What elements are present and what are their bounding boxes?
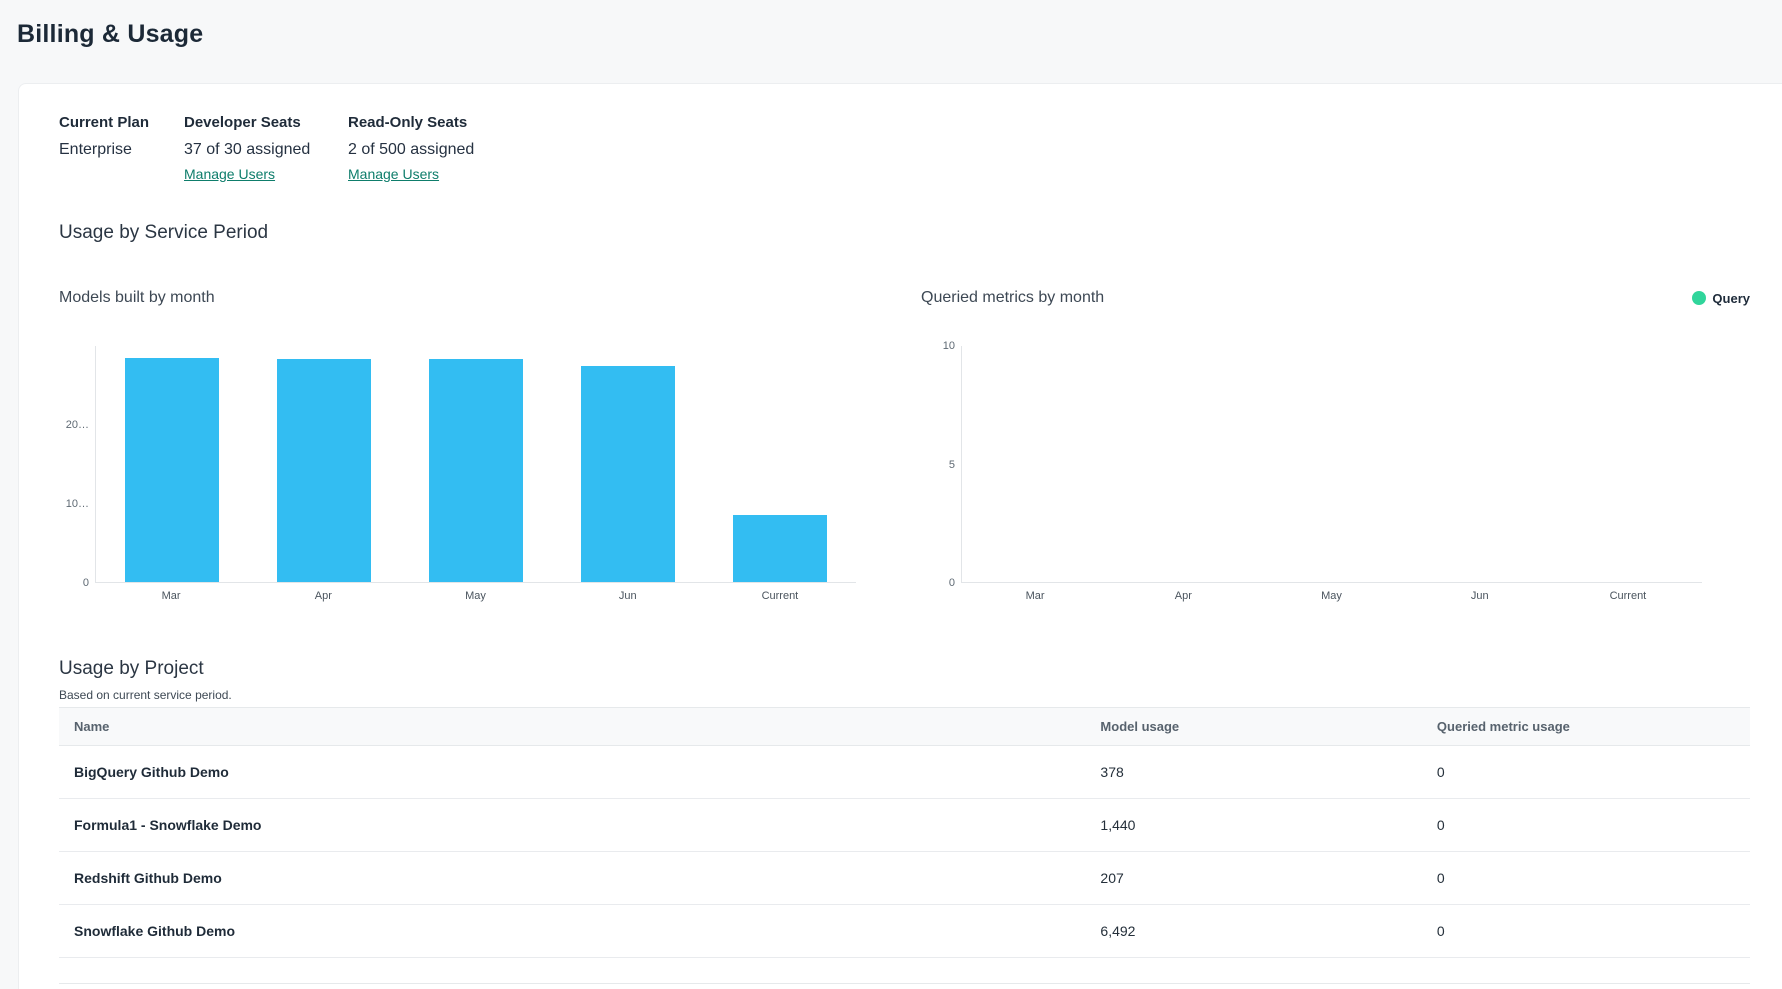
x-axis: MarAprMayJunCurrent bbox=[921, 590, 1702, 602]
y-axis: 0510 bbox=[921, 346, 961, 583]
models-built-chart-title: Models built by month bbox=[59, 289, 215, 307]
table-row: Redshift Github Demo 207 0 bbox=[59, 852, 1750, 905]
table-subheading: Based on current service period. bbox=[59, 688, 1750, 702]
bar-may bbox=[429, 359, 523, 582]
table-row: Formula1 - Snowflake Demo 1,440 0 bbox=[59, 799, 1750, 852]
x-tick-label: Apr bbox=[247, 590, 399, 602]
charts-row: Models built by month 010…20… MarAprMayJ… bbox=[59, 288, 1750, 602]
models-built-chart-header: Models built by month bbox=[59, 288, 856, 308]
bar-slot bbox=[962, 346, 1110, 582]
y-axis: 010…20… bbox=[59, 346, 95, 583]
bar-slot bbox=[248, 346, 400, 582]
table-row: Snowflake Github Demo 6,492 0 bbox=[59, 905, 1750, 958]
x-tick-label: Current bbox=[1554, 590, 1702, 602]
model-usage-cell: 207 bbox=[1085, 870, 1422, 886]
y-tick-label: 10 bbox=[943, 340, 955, 352]
x-axis: MarAprMayJunCurrent bbox=[59, 590, 856, 602]
queried-metrics-chart-header: Queried metrics by month Query bbox=[921, 288, 1750, 308]
x-tick-label: Jun bbox=[1406, 590, 1554, 602]
bar-slot bbox=[1406, 346, 1554, 582]
column-header-queried-metric-usage: Queried metric usage bbox=[1422, 719, 1750, 734]
project-name-cell: Snowflake Github Demo bbox=[59, 923, 1085, 939]
bar-slot bbox=[552, 346, 704, 582]
usage-by-project-heading: Usage by Project bbox=[59, 658, 1750, 680]
readonly-seats-column: Read-Only Seats 2 of 500 assigned Manage… bbox=[348, 114, 474, 184]
chart-legend: Query bbox=[1692, 291, 1750, 306]
top-bar: Billing & Usage bbox=[0, 0, 1782, 83]
bar-slot bbox=[96, 346, 248, 582]
y-tick-label: 20… bbox=[66, 419, 89, 431]
x-tick-label: May bbox=[399, 590, 551, 602]
bar-slot bbox=[400, 346, 552, 582]
page-title: Billing & Usage bbox=[17, 20, 1782, 49]
x-tick-label: Apr bbox=[1109, 590, 1257, 602]
y-tick-label: 5 bbox=[949, 459, 955, 471]
project-name-cell: BigQuery Github Demo bbox=[59, 764, 1085, 780]
billing-card: Current Plan Enterprise Developer Seats … bbox=[18, 83, 1782, 989]
model-usage-cell: 378 bbox=[1085, 764, 1422, 780]
table-row: BigQuery Github Demo 378 0 bbox=[59, 746, 1750, 799]
models-built-chart-body: 010…20… bbox=[59, 346, 856, 583]
bar-slot bbox=[1258, 346, 1406, 582]
x-tick-label: May bbox=[1257, 590, 1405, 602]
queried-metrics-chart-body: 0510 bbox=[921, 346, 1750, 583]
queried-metric-usage-cell: 0 bbox=[1422, 870, 1750, 886]
developer-seats-label: Developer Seats bbox=[184, 114, 348, 131]
legend-label: Query bbox=[1712, 291, 1750, 306]
readonly-manage-users-link[interactable]: Manage Users bbox=[348, 166, 439, 182]
bar-current bbox=[733, 515, 827, 582]
x-axis-spacer bbox=[921, 590, 961, 602]
queried-metric-usage-cell: 0 bbox=[1422, 764, 1750, 780]
x-tick-label: Mar bbox=[961, 590, 1109, 602]
x-axis-spacer bbox=[59, 590, 95, 602]
table-body: BigQuery Github Demo 378 0 Formula1 - Sn… bbox=[59, 746, 1750, 958]
project-name-cell: Redshift Github Demo bbox=[59, 870, 1085, 886]
table-header-row: Name Model usage Queried metric usage bbox=[59, 708, 1750, 746]
plot-area bbox=[95, 346, 856, 583]
current-plan-label: Current Plan bbox=[59, 114, 184, 131]
readonly-seats-value: 2 of 500 assigned bbox=[348, 141, 474, 159]
developer-seats-value: 37 of 30 assigned bbox=[184, 141, 348, 159]
current-plan-value: Enterprise bbox=[59, 141, 184, 159]
y-tick-label: 10… bbox=[66, 498, 89, 510]
current-plan-column: Current Plan Enterprise bbox=[59, 114, 184, 166]
column-header-name: Name bbox=[59, 719, 1085, 734]
column-header-model-usage: Model usage bbox=[1085, 719, 1422, 734]
project-name-cell: Formula1 - Snowflake Demo bbox=[59, 817, 1085, 833]
readonly-seats-label: Read-Only Seats bbox=[348, 114, 474, 131]
usage-by-service-period-heading: Usage by Service Period bbox=[59, 222, 1750, 244]
x-tick-label: Mar bbox=[95, 590, 247, 602]
queried-metrics-chart-title: Queried metrics by month bbox=[921, 289, 1104, 307]
bar-slot bbox=[704, 346, 856, 582]
legend-dot-icon bbox=[1692, 291, 1706, 305]
models-built-chart: Models built by month 0 10… 20… MarAprMayJ… bbox=[59, 288, 856, 602]
plot-area bbox=[961, 346, 1702, 583]
usage-by-project-table: Name Model usage Queried metric usage Bi… bbox=[59, 707, 1750, 984]
model-usage-cell: 6,492 bbox=[1085, 923, 1422, 939]
y-tick-label: 0 bbox=[949, 577, 955, 589]
developer-seats-column: Developer Seats 37 of 30 assigned Manage… bbox=[184, 114, 348, 184]
plan-summary: Current Plan Enterprise Developer Seats … bbox=[59, 114, 1750, 184]
queried-metric-usage-cell: 0 bbox=[1422, 923, 1750, 939]
queried-metric-usage-cell: 0 bbox=[1422, 817, 1750, 833]
bar-mar bbox=[125, 358, 219, 582]
bar-apr bbox=[277, 359, 371, 582]
x-tick-label: Current bbox=[704, 590, 856, 602]
bar-slot bbox=[1110, 346, 1258, 582]
bar-jun bbox=[581, 366, 675, 582]
model-usage-cell: 1,440 bbox=[1085, 817, 1422, 833]
developer-manage-users-link[interactable]: Manage Users bbox=[184, 166, 275, 182]
queried-metrics-chart: Queried metrics by month Query 0510 MarA… bbox=[921, 288, 1750, 602]
bar-slot bbox=[1554, 346, 1702, 582]
y-tick-label: 0 bbox=[83, 577, 89, 589]
x-tick-label: Jun bbox=[552, 590, 704, 602]
table-footer-spacer bbox=[59, 958, 1750, 984]
